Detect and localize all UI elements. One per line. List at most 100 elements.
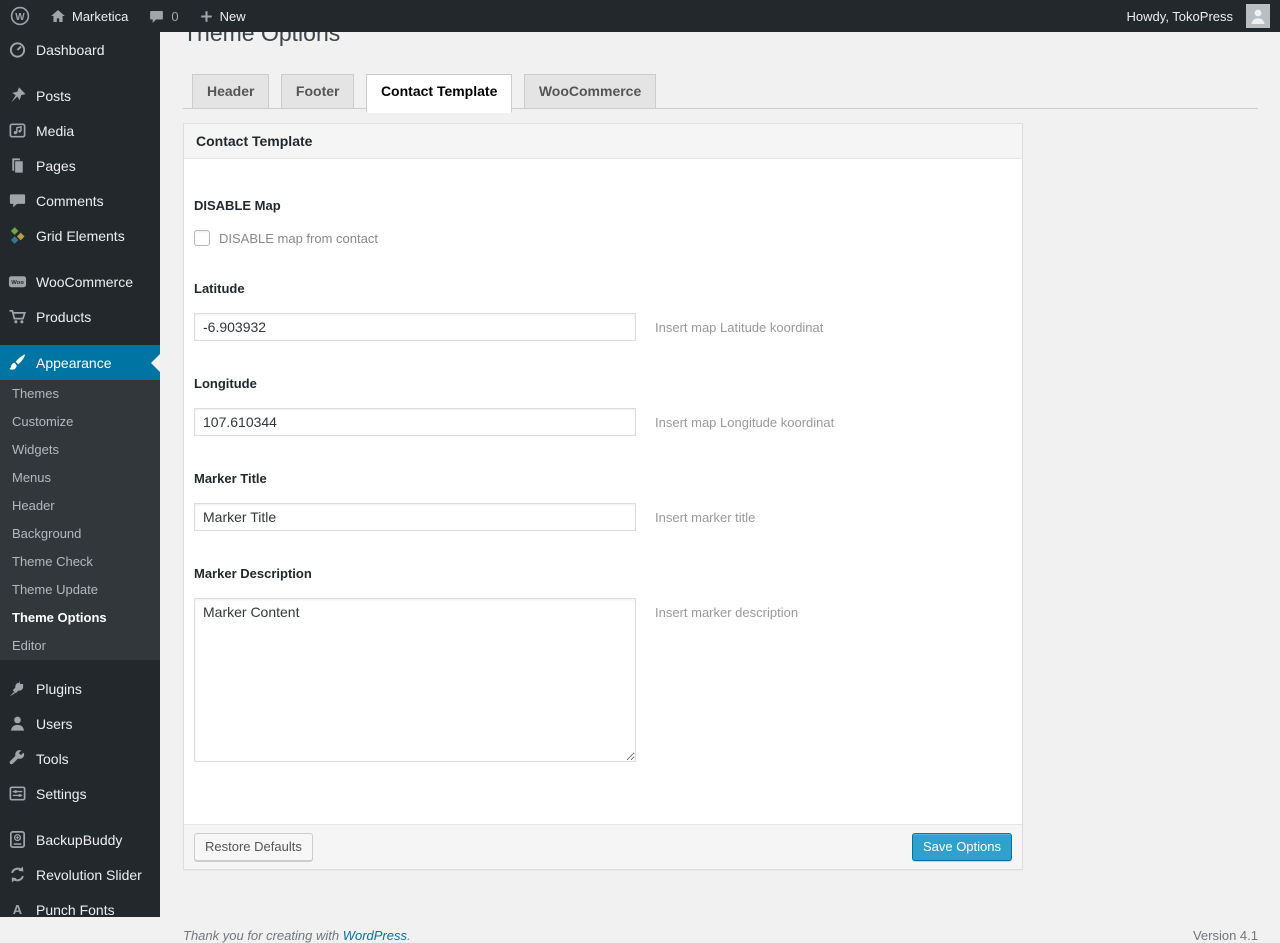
admin-bar-comments[interactable]: 0 [138,0,188,32]
save-options-button[interactable]: Save Options [912,833,1012,861]
disable-map-label: DISABLE Map [194,198,1010,213]
wordpress-link[interactable]: WordPress [343,928,407,943]
woocommerce-icon: Woo [8,272,27,291]
marker-description-field: Marker Description Marker Content Insert… [194,566,1010,762]
marker-title-field: Marker Title Insert marker title [194,471,1010,531]
main-content: Theme Options Header Footer Contact Temp… [160,0,1280,943]
contact-template-panel: Contact Template DISABLE Map DISABLE map… [183,123,1023,870]
active-menu-arrow [151,354,160,372]
admin-bar-account[interactable]: Howdy, TokoPress [1117,0,1280,32]
menu-separator [0,660,160,671]
sidebar-item-tools[interactable]: Tools [0,741,160,776]
rotate-arrows-icon [8,865,27,884]
longitude-help-text: Insert map Longitude koordinat [655,408,834,430]
user-icon [8,714,27,733]
wordpress-logo-icon: W [10,6,30,26]
marker-title-input[interactable] [194,503,636,531]
longitude-label: Longitude [194,376,1010,391]
marker-description-label: Marker Description [194,566,1010,581]
sidebar-item-users[interactable]: Users [0,706,160,741]
latitude-label: Latitude [194,281,1010,296]
latitude-input[interactable] [194,313,636,341]
submenu-item-menus[interactable]: Menus [0,464,160,492]
home-icon [50,8,66,24]
svg-text:W: W [15,12,25,23]
wordpress-logo-icon[interactable]: W [0,0,40,32]
svg-text:Woo: Woo [11,280,24,286]
sidebar-item-dashboard[interactable]: Dashboard [0,32,160,67]
panel-body: DISABLE Map DISABLE map from contact Lat… [184,159,1022,824]
letter-a-icon: A [8,900,27,919]
latitude-help-text: Insert map Latitude koordinat [655,313,823,335]
footer-thanks-text: Thank you for creating with WordPress. [183,928,411,943]
admin-bar-new-button[interactable]: New [189,0,256,32]
sidebar-item-plugins[interactable]: Plugins [0,671,160,706]
tab-contact-template[interactable]: Contact Template [366,74,512,113]
avatar [1246,4,1270,28]
grid-elements-icon [8,226,27,245]
pages-icon [8,156,27,175]
comments-icon [8,191,27,210]
settings-icon [8,784,27,803]
comments-count: 0 [171,9,178,24]
admin-bar-site-link[interactable]: Marketica [40,0,138,32]
tab-woocommerce[interactable]: WooCommerce [524,74,656,109]
disable-map-checkbox-row[interactable]: DISABLE map from contact [194,230,1010,246]
panel-footer: Restore Defaults Save Options [184,824,1022,869]
pin-icon [8,86,27,105]
longitude-input[interactable] [194,408,636,436]
new-label: New [220,9,246,24]
brush-icon [8,353,27,372]
marker-description-help-text: Insert marker description [655,598,798,620]
media-icon [8,121,27,140]
sidebar-item-backupbuddy[interactable]: BackupBuddy [0,822,160,857]
disable-map-checkbox[interactable] [194,230,210,246]
sidebar-item-posts[interactable]: Posts [0,78,160,113]
sidebar-item-products[interactable]: Products [0,299,160,334]
comment-bubble-icon [148,8,165,25]
menu-separator [0,67,160,78]
dashboard-icon [8,40,27,59]
submenu-item-customize[interactable]: Customize [0,408,160,436]
sidebar-item-appearance[interactable]: Appearance [0,345,160,380]
sidebar-item-woocommerce[interactable]: Woo WooCommerce [0,264,160,299]
tab-footer[interactable]: Footer [281,74,355,109]
submenu-item-editor[interactable]: Editor [0,632,160,660]
restore-defaults-button[interactable]: Restore Defaults [194,833,313,861]
submenu-item-theme-check[interactable]: Theme Check [0,548,160,576]
panel-title: Contact Template [184,124,1022,159]
sidebar-item-revolution-slider[interactable]: Revolution Slider [0,857,160,892]
plugin-icon [8,679,27,698]
site-name: Marketica [72,9,128,24]
sidebar-item-pages[interactable]: Pages [0,148,160,183]
sidebar-item-settings[interactable]: Settings [0,776,160,811]
disable-map-checkbox-label: DISABLE map from contact [219,231,378,246]
admin-bar: W Marketica 0 New Howdy, TokoPress [0,0,1280,32]
submenu-item-background[interactable]: Background [0,520,160,548]
howdy-text: Howdy, TokoPress [1127,9,1233,24]
sidebar-item-comments[interactable]: Comments [0,183,160,218]
tab-bar: Header Footer Contact Template WooCommer… [183,74,1258,109]
submenu-item-header[interactable]: Header [0,492,160,520]
latitude-field: Latitude Insert map Latitude koordinat [194,281,1010,341]
sidebar-item-media[interactable]: Media [0,113,160,148]
submenu-item-theme-options[interactable]: Theme Options [0,604,160,632]
menu-separator [0,811,160,822]
menu-separator [0,334,160,345]
marker-title-help-text: Insert marker title [655,503,755,525]
wrench-icon [8,749,27,768]
marker-description-textarea[interactable]: Marker Content [194,598,636,762]
sidebar-item-grid-elements[interactable]: Grid Elements [0,218,160,253]
disable-map-field: DISABLE Map DISABLE map from contact [194,198,1010,246]
backup-disk-icon [8,830,27,849]
person-icon [1248,6,1268,26]
footer-version: Version 4.1 [1193,928,1258,943]
admin-sidebar: Dashboard Posts Media Pages Comments [0,32,160,917]
sidebar-item-punch-fonts[interactable]: A Punch Fonts [0,892,160,927]
cart-icon [8,307,27,326]
submenu-item-themes[interactable]: Themes [0,380,160,408]
submenu-item-widgets[interactable]: Widgets [0,436,160,464]
menu-separator [0,253,160,264]
submenu-item-theme-update[interactable]: Theme Update [0,576,160,604]
tab-header[interactable]: Header [192,74,269,109]
